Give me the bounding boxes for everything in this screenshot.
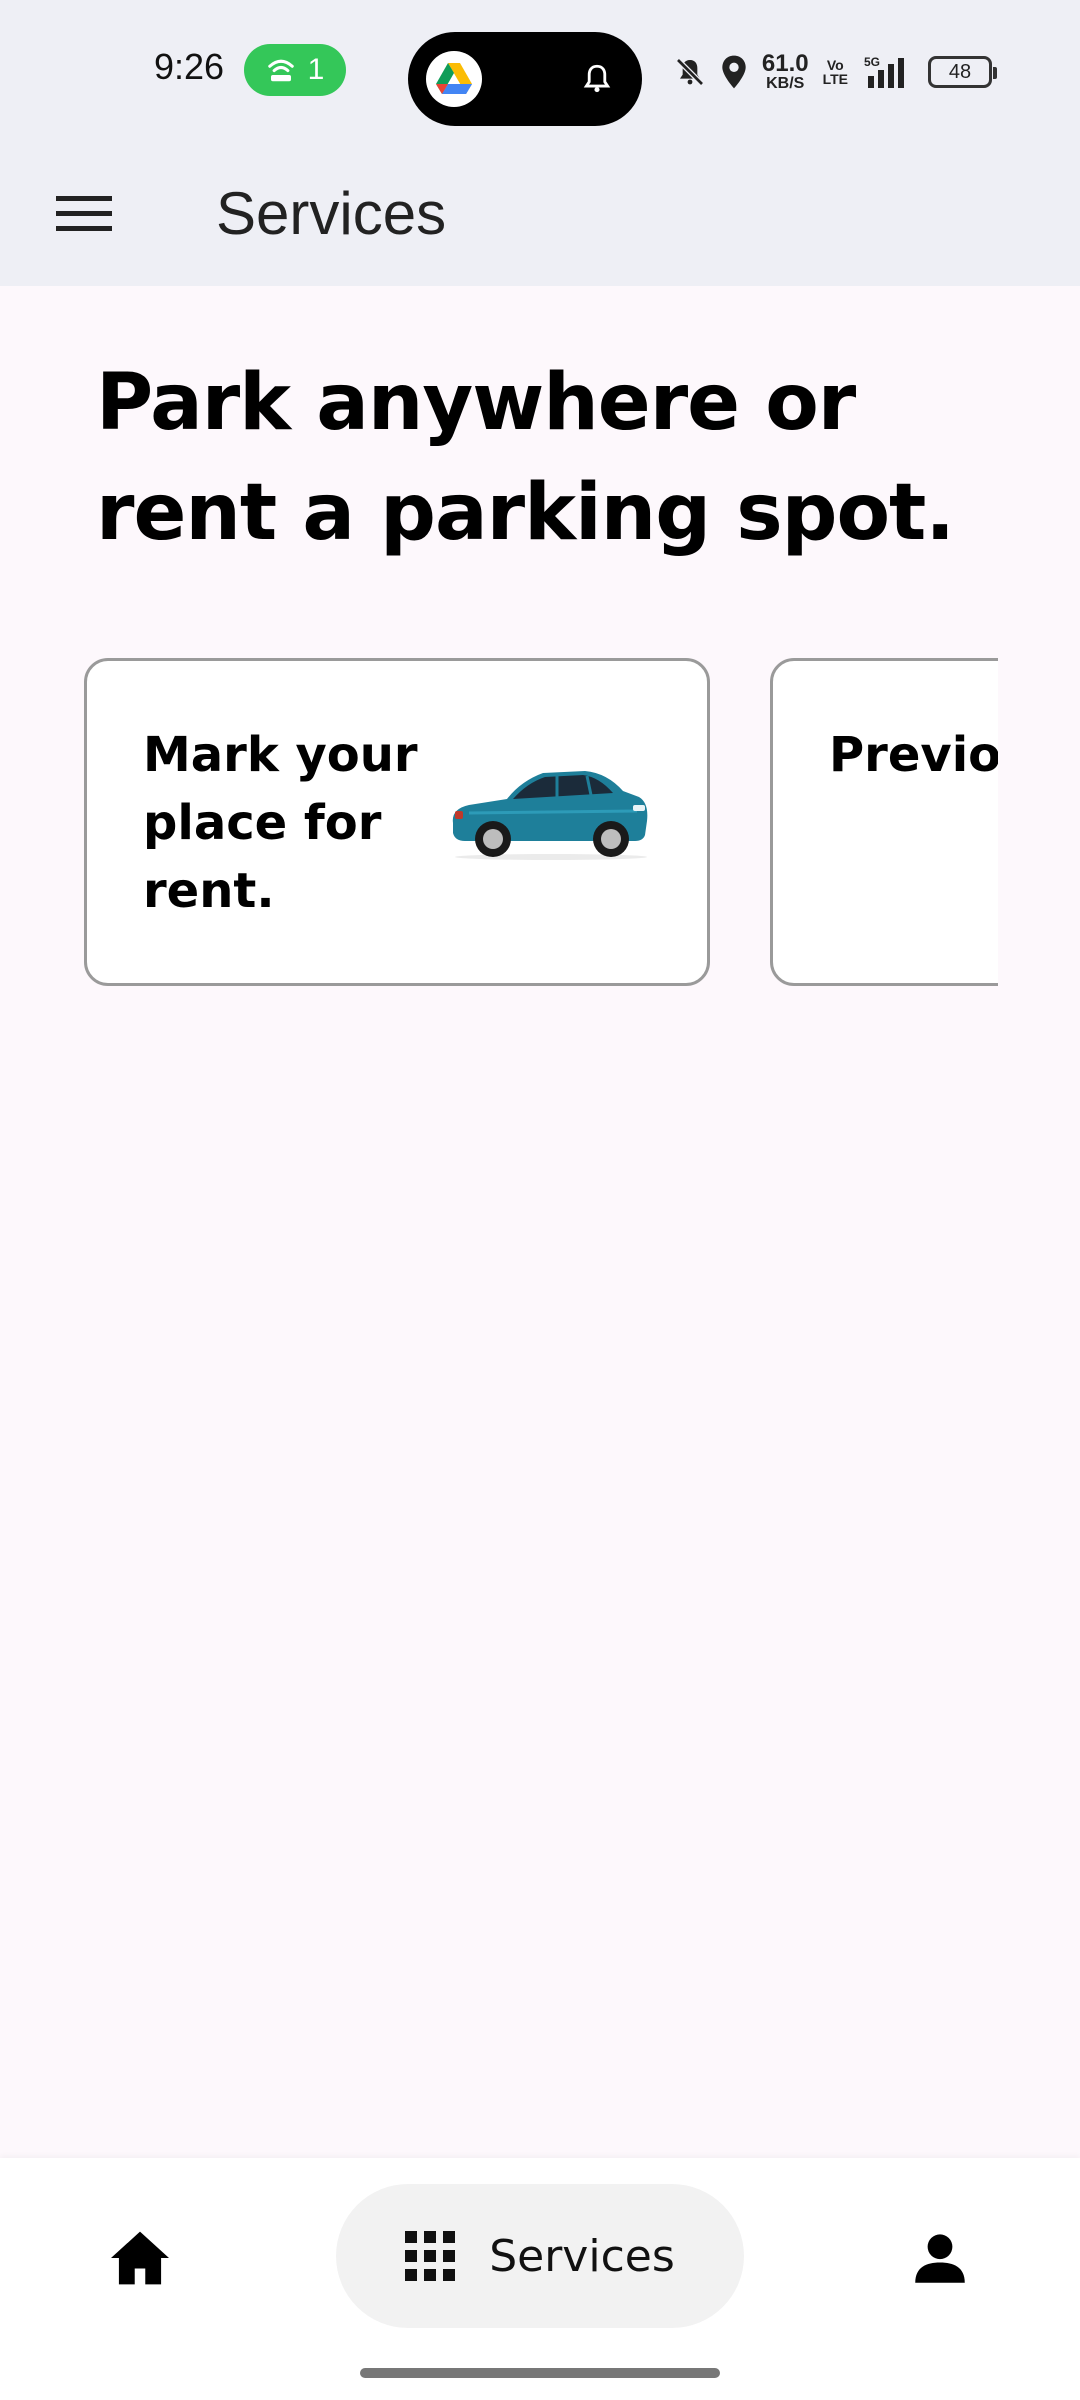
location-icon <box>722 55 746 89</box>
status-bar: 9:26 1 61.0 KB/S Vo LTE 5G 48 <box>0 0 1080 142</box>
battery-indicator: 48 <box>928 56 997 88</box>
google-drive-icon <box>426 51 482 107</box>
dynamic-island <box>408 32 642 126</box>
nav-home[interactable] <box>100 2218 180 2298</box>
page-title: Services <box>216 180 447 247</box>
bottom-navigation: Services <box>0 2158 1080 2400</box>
car-icon <box>452 771 648 860</box>
app-bar: Services <box>0 142 1080 286</box>
home-icon <box>111 2231 169 2285</box>
headline: Park anywhere or rent a parking spot. <box>96 358 955 558</box>
hotspot-count: 1 <box>307 53 325 86</box>
status-time: 9:26 <box>154 46 225 87</box>
nav-profile[interactable] <box>900 2218 980 2298</box>
service-cards-row[interactable]: Mark your place for rent. Previous parki… <box>0 656 998 988</box>
bell-icon <box>583 64 611 93</box>
mark-place-for-rent-card[interactable]: Mark your place for rent. <box>84 658 710 986</box>
card-label: Previous parking spots. <box>829 727 998 783</box>
signal-5g-icon: 5G <box>864 55 904 88</box>
hotspot-pill[interactable]: 1 <box>244 44 346 96</box>
volte-indicator: Vo LTE <box>822 57 848 87</box>
bell-muted-icon <box>675 58 704 86</box>
status-icons: 61.0 KB/S Vo LTE 5G 48 <box>674 48 997 96</box>
previous-parking-spots-card[interactable]: Previous parking spots. <box>770 658 998 986</box>
hotspot-icon <box>267 59 294 82</box>
person-icon <box>915 2234 965 2283</box>
nav-services[interactable]: Services <box>336 2184 744 2328</box>
home-indicator[interactable] <box>360 2368 720 2378</box>
grid-icon <box>405 2231 456 2281</box>
nav-services-label: Services <box>489 2230 675 2282</box>
menu-button[interactable] <box>38 174 130 254</box>
svg-text:5G: 5G <box>864 55 880 69</box>
net-speed: 61.0 KB/S <box>761 50 809 92</box>
card-label: Mark your place for rent. <box>143 727 418 919</box>
hamburger-menu-icon <box>56 196 112 231</box>
